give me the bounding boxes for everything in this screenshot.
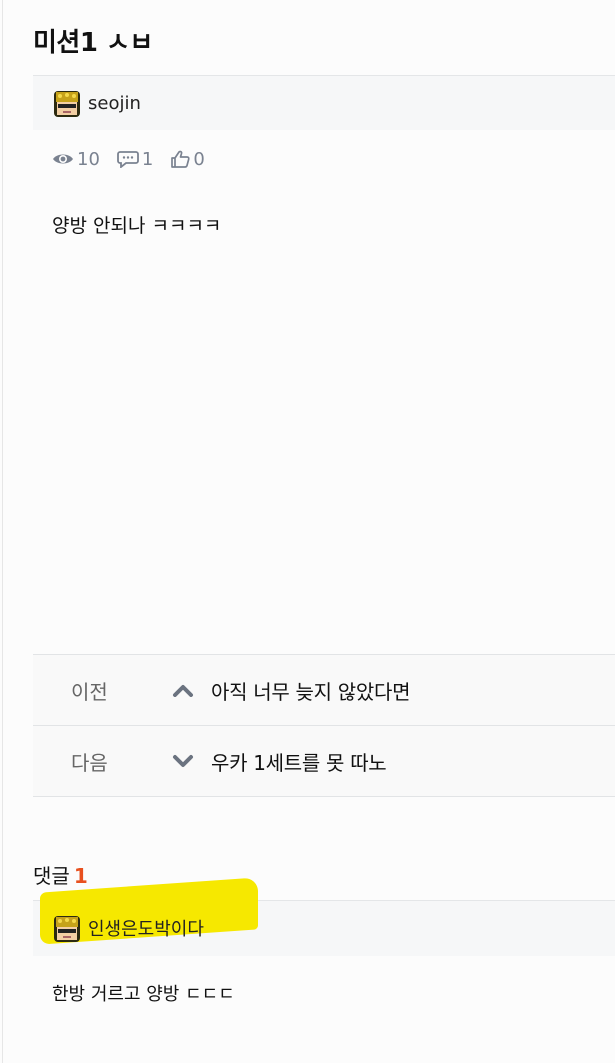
speech-bubble-icon xyxy=(117,151,139,168)
views-stat: 10 xyxy=(52,149,100,170)
chevron-up-icon xyxy=(163,683,203,697)
chevron-down-icon xyxy=(163,754,203,768)
prev-post-title[interactable]: 아직 너무 늦지 않았다면 xyxy=(211,676,410,705)
next-label: 다음 xyxy=(71,750,108,775)
next-post-title[interactable]: 우카 1세트를 못 따노 xyxy=(211,747,387,776)
author-name[interactable]: seojin xyxy=(88,93,141,114)
prev-label: 이전 xyxy=(71,679,108,704)
eye-icon xyxy=(53,154,73,164)
comments-heading-count: 1 xyxy=(73,864,88,888)
comment-text: 한방 거르고 양방 ㄷㄷㄷ xyxy=(52,984,235,1005)
post-title: 미션1 ㅅㅂ xyxy=(33,28,153,58)
likes-count: 0 xyxy=(193,148,205,170)
comments-count: 1 xyxy=(141,148,154,170)
comment-author: 인생은도박이다 xyxy=(33,900,204,955)
comments-stat: 1 xyxy=(117,149,153,170)
comments-heading-label: 댓글 xyxy=(33,864,70,888)
author-bar: seojin xyxy=(33,75,615,130)
post-stats: 10 1 0 xyxy=(52,147,222,171)
views-count: 10 xyxy=(77,148,100,170)
comment-avatar[interactable] xyxy=(52,913,82,943)
post-body: 양방 안되나 ㅋㅋㅋㅋ xyxy=(52,215,222,237)
avatar[interactable] xyxy=(52,88,82,118)
next-post-link[interactable]: 다음 우카 1세트를 못 따노 xyxy=(33,725,615,797)
comments-heading: 댓글 1 xyxy=(33,860,88,889)
comment-author-name[interactable]: 인생은도박이다 xyxy=(88,915,204,941)
thumbs-up-icon xyxy=(171,150,190,168)
page-edge xyxy=(2,0,3,1063)
likes-stat[interactable]: 0 xyxy=(170,148,205,170)
prev-post-link[interactable]: 이전 아직 너무 늦지 않았다면 xyxy=(33,654,615,725)
